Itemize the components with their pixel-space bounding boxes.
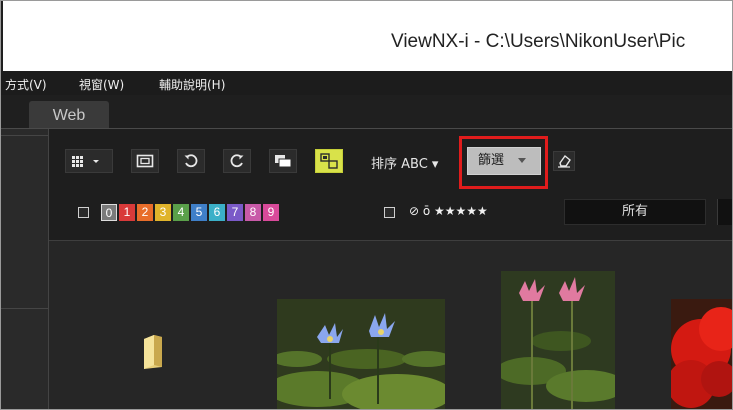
red-flower-photo bbox=[671, 299, 732, 409]
label-8[interactable]: 8 bbox=[245, 204, 261, 221]
label-9[interactable]: 9 bbox=[263, 204, 279, 221]
photo-thumbnail[interactable] bbox=[501, 271, 615, 409]
right-toolbar-stub bbox=[717, 199, 732, 225]
select-group-icon bbox=[320, 153, 338, 169]
folder-icon[interactable] bbox=[142, 333, 164, 371]
thumbnail-grid-button[interactable] bbox=[65, 149, 113, 173]
filter-scope-select[interactable]: 所有 bbox=[564, 199, 706, 225]
label-6[interactable]: 6 bbox=[209, 204, 225, 221]
photo-thumbnail[interactable] bbox=[277, 299, 445, 409]
fullscreen-icon bbox=[136, 154, 154, 168]
menu-view[interactable]: 方式(V) bbox=[5, 76, 47, 93]
menu-help[interactable]: 輔助說明(H) bbox=[159, 76, 225, 93]
label-5[interactable]: 5 bbox=[191, 204, 207, 221]
rotate-right-icon bbox=[230, 154, 244, 168]
rating-filter-checkbox[interactable] bbox=[384, 207, 395, 218]
label-1[interactable]: 1 bbox=[119, 204, 135, 221]
left-panel bbox=[1, 129, 48, 409]
title-bar: ViewNX-i - C:\Users\NikonUser\Pic bbox=[1, 1, 732, 71]
fullscreen-button[interactable] bbox=[131, 149, 159, 173]
menu-window[interactable]: 視窗(W) bbox=[79, 76, 124, 93]
grid-icon bbox=[72, 156, 99, 167]
label-0[interactable]: 0 bbox=[101, 204, 117, 221]
rotate-left-button[interactable] bbox=[177, 149, 205, 173]
menu-bar: 方式(V) 視窗(W) 輔助說明(H) bbox=[1, 71, 732, 95]
label-4[interactable]: 4 bbox=[173, 204, 189, 221]
rotate-left-icon bbox=[184, 154, 198, 168]
stack-icon bbox=[275, 155, 292, 168]
left-panel-divider bbox=[1, 308, 48, 309]
workspace-tabstrip bbox=[1, 95, 732, 129]
label-7[interactable]: 7 bbox=[227, 204, 243, 221]
sort-menu[interactable]: 排序 ABC ▾ bbox=[371, 153, 438, 172]
tab-web[interactable]: Web bbox=[29, 101, 109, 131]
clear-filter-button[interactable] bbox=[553, 151, 575, 171]
photo-thumbnail[interactable] bbox=[671, 299, 732, 409]
lotus-photo bbox=[501, 271, 615, 409]
panel-divider bbox=[48, 129, 49, 409]
window-title: ViewNX-i - C:\Users\NikonUser\Pic bbox=[391, 31, 686, 52]
eraser-icon bbox=[558, 154, 571, 168]
rotate-right-button[interactable] bbox=[223, 149, 251, 173]
rating-filter[interactable]: ⊘ ō ★★★★★ bbox=[409, 204, 488, 218]
compare-button[interactable] bbox=[269, 149, 297, 173]
water-lily-photo bbox=[277, 299, 445, 409]
label-filter-checkbox[interactable] bbox=[78, 207, 89, 218]
filter-highlight-box bbox=[459, 136, 548, 189]
label-3[interactable]: 3 bbox=[155, 204, 171, 221]
left-panel-divider bbox=[1, 135, 48, 136]
label-2[interactable]: 2 bbox=[137, 204, 153, 221]
app-window: ViewNX-i - C:\Users\NikonUser\Pic 方式(V) … bbox=[0, 0, 733, 410]
group-select-button[interactable] bbox=[315, 149, 343, 173]
